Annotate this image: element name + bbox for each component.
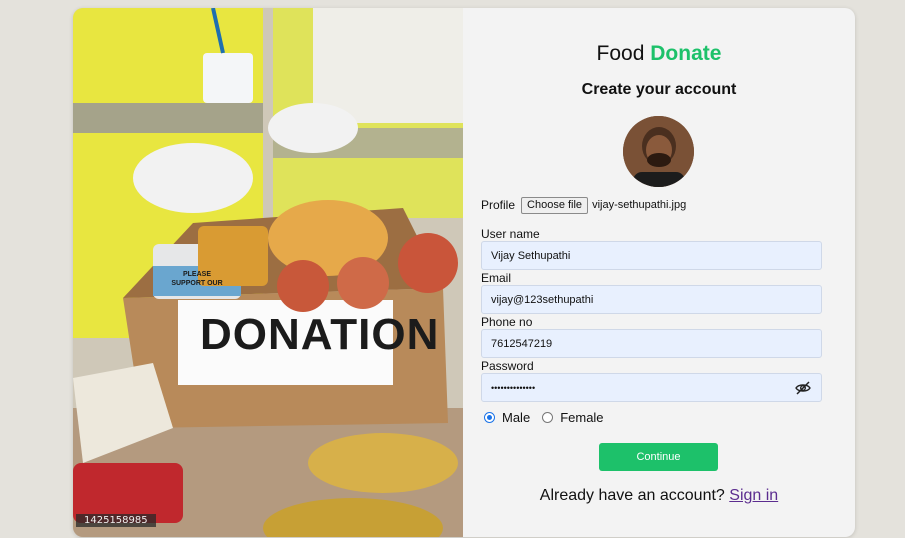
radio-male[interactable] <box>484 412 495 423</box>
file-name: vijay-sethupathi.jpg <box>592 199 687 211</box>
password-label: Password <box>481 359 534 373</box>
profile-label: Profile <box>481 198 516 212</box>
phone-label: Phone no <box>481 315 533 329</box>
eye-off-icon[interactable] <box>795 380 811 396</box>
choose-file-button[interactable]: Choose file <box>521 196 589 214</box>
signup-form: Food Donate Create your account Profile … <box>463 8 855 537</box>
signup-card: DONATION PLEASE SUPPORT OUR 1425158985 F… <box>73 8 855 537</box>
profile-upload-row: Profile Choose file vijay-sethupathi.jpg <box>481 196 686 214</box>
box-donation-label: DONATION <box>200 310 440 359</box>
email-input[interactable]: vijay@123sethupathi <box>481 285 822 314</box>
brand-second: Donate <box>650 42 722 65</box>
can-label: PLEASE SUPPORT OUR <box>171 271 223 287</box>
brand-logo: Food Donate <box>463 42 855 66</box>
phone-input[interactable]: 7612547219 <box>481 329 822 358</box>
have-account-text: Already have an account? <box>539 487 725 504</box>
continue-button[interactable]: Continue <box>599 443 718 471</box>
radio-female[interactable] <box>542 412 554 423</box>
signin-row: Already have an account? Sign in <box>463 487 855 505</box>
radio-male-label: Male <box>502 410 531 425</box>
username-label: User name <box>481 227 540 241</box>
donation-illustration <box>73 8 463 537</box>
gender-radio-group: Male Female <box>484 410 604 425</box>
donation-photo: DONATION PLEASE SUPPORT OUR 1425158985 <box>73 8 463 537</box>
page-title: Create your account <box>581 81 737 98</box>
radio-female-label: Female <box>560 410 604 425</box>
password-value: •••••••••••••• <box>491 382 536 393</box>
username-input[interactable]: Vijay Sethupathi <box>481 241 822 270</box>
brand-first: Food <box>596 42 645 65</box>
photo-id-watermark: 1425158985 <box>76 514 156 527</box>
email-label: Email <box>481 271 512 285</box>
password-input[interactable]: •••••••••••••• <box>481 373 822 402</box>
avatar <box>623 116 694 187</box>
signin-link[interactable]: Sign in <box>729 487 778 504</box>
avatar-photo <box>623 116 694 187</box>
